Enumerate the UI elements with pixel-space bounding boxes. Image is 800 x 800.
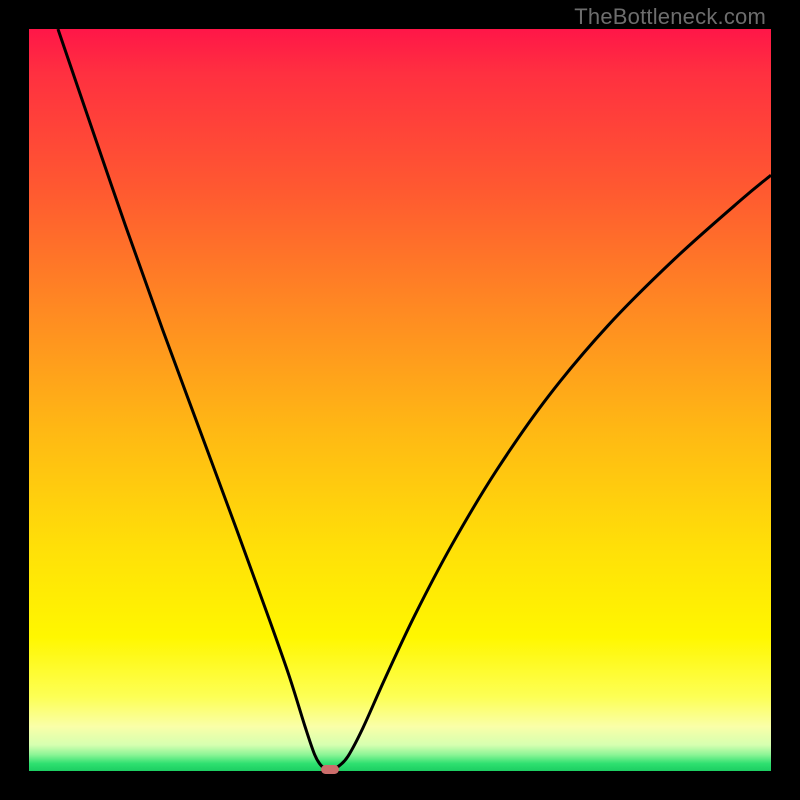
chart-frame: TheBottleneck.com	[0, 0, 800, 800]
minimum-marker	[321, 765, 339, 774]
bottleneck-curve	[29, 29, 771, 771]
plot-area	[29, 29, 771, 771]
watermark-text: TheBottleneck.com	[574, 4, 766, 30]
curve-line	[58, 29, 771, 769]
